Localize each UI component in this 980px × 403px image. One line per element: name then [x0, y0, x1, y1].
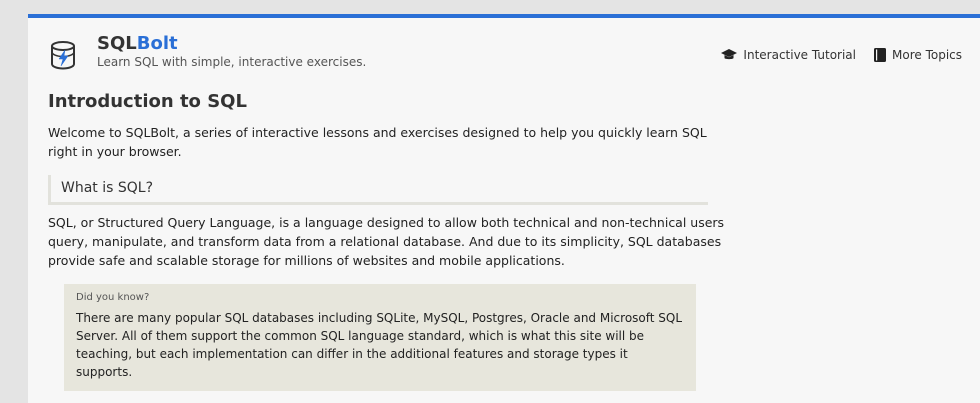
callout-body: There are many popular SQL databases inc…: [76, 311, 683, 379]
nav-tutorial-label: Interactive Tutorial: [743, 48, 856, 62]
brand: SQLBolt Learn SQL with simple, interacti…: [97, 34, 367, 70]
nav-interactive-tutorial[interactable]: Interactive Tutorial: [721, 48, 856, 62]
site-header: SQLBolt Learn SQL with simple, interacti…: [28, 18, 980, 80]
book-icon: [874, 48, 886, 62]
brand-prefix: SQL: [97, 33, 137, 54]
section-heading: What is SQL?: [48, 175, 708, 205]
main-content: Introduction to SQL Welcome to SQLBolt, …: [48, 90, 728, 391]
tagline: Learn SQL with simple, interactive exerc…: [97, 55, 367, 69]
database-bolt-icon[interactable]: [48, 40, 78, 70]
brand-name[interactable]: SQLBolt: [97, 34, 366, 54]
graduation-cap-icon: [721, 49, 738, 60]
brand-suffix: Bolt: [136, 33, 178, 54]
nav-more-topics[interactable]: More Topics: [874, 48, 962, 62]
page-window: SQLBolt Learn SQL with simple, interacti…: [28, 14, 980, 403]
callout-title: Did you know?: [76, 292, 150, 303]
section-paragraph: SQL, or Structured Query Language, is a …: [48, 215, 725, 268]
page-title: Introduction to SQL: [48, 91, 247, 112]
did-you-know-callout: Did you know? There are many popular SQL…: [64, 284, 696, 391]
top-nav: Interactive Tutorial More Topics: [721, 48, 962, 62]
nav-topics-label: More Topics: [892, 48, 962, 62]
intro-paragraph: Welcome to SQLBolt, a series of interact…: [48, 125, 707, 159]
